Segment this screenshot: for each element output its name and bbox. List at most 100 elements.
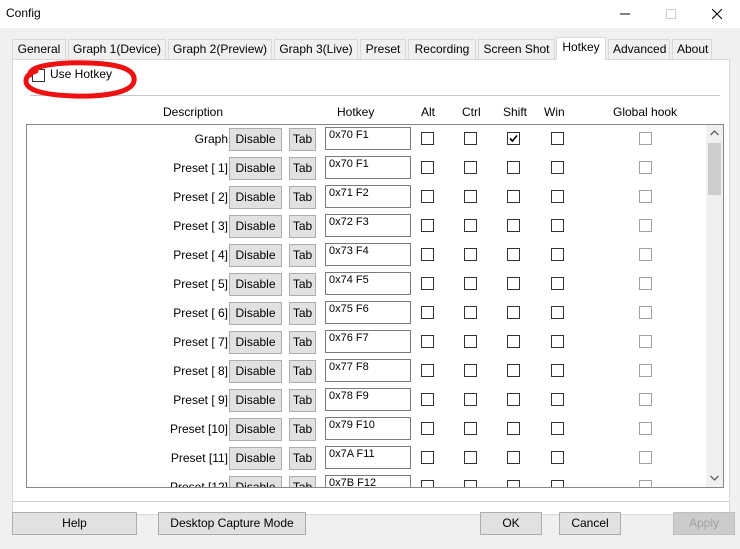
hotkey-field[interactable]: 0x77 F8: [325, 359, 411, 382]
ctrl-checkbox[interactable]: [464, 393, 477, 406]
alt-checkbox[interactable]: [421, 161, 434, 174]
win-checkbox[interactable]: [551, 393, 564, 406]
scroll-up-button[interactable]: [706, 125, 723, 142]
alt-checkbox[interactable]: [421, 219, 434, 232]
alt-checkbox[interactable]: [421, 132, 434, 145]
tab-button[interactable]: Tab: [289, 389, 316, 412]
tab-button[interactable]: Tab: [289, 273, 316, 296]
ctrl-checkbox[interactable]: [464, 161, 477, 174]
tab-graph-1-device[interactable]: Graph 1(Device): [68, 39, 166, 59]
alt-checkbox[interactable]: [421, 277, 434, 290]
win-checkbox[interactable]: [551, 306, 564, 319]
close-button[interactable]: [694, 0, 740, 28]
hotkey-field[interactable]: 0x76 F7: [325, 330, 411, 353]
global-hook-checkbox[interactable]: [639, 480, 652, 487]
disable-button[interactable]: Disable: [229, 273, 282, 296]
alt-checkbox[interactable]: [421, 480, 434, 487]
disable-button[interactable]: Disable: [229, 215, 282, 238]
hotkey-field[interactable]: 0x7A F11: [325, 446, 411, 469]
ctrl-checkbox[interactable]: [464, 219, 477, 232]
hotkey-field[interactable]: 0x7B F12: [325, 475, 411, 487]
disable-button[interactable]: Disable: [229, 128, 282, 151]
ok-button[interactable]: OK: [480, 512, 542, 535]
disable-button[interactable]: Disable: [229, 389, 282, 412]
global-hook-checkbox[interactable]: [639, 364, 652, 377]
alt-checkbox[interactable]: [421, 422, 434, 435]
vertical-scrollbar[interactable]: [706, 125, 723, 487]
shift-checkbox[interactable]: [507, 219, 520, 232]
tab-recording[interactable]: Recording: [408, 39, 476, 59]
maximize-button[interactable]: [648, 0, 694, 28]
tab-graph-3-live[interactable]: Graph 3(Live): [274, 39, 358, 59]
tab-button[interactable]: Tab: [289, 302, 316, 325]
apply-button[interactable]: Apply: [673, 512, 735, 535]
disable-button[interactable]: Disable: [229, 302, 282, 325]
global-hook-checkbox[interactable]: [639, 190, 652, 203]
shift-checkbox[interactable]: [507, 190, 520, 203]
shift-checkbox[interactable]: [507, 422, 520, 435]
hotkey-field[interactable]: 0x79 F10: [325, 417, 411, 440]
ctrl-checkbox[interactable]: [464, 364, 477, 377]
alt-checkbox[interactable]: [421, 248, 434, 261]
win-checkbox[interactable]: [551, 480, 564, 487]
global-hook-checkbox[interactable]: [639, 132, 652, 145]
win-checkbox[interactable]: [551, 364, 564, 377]
scroll-thumb[interactable]: [708, 143, 721, 195]
ctrl-checkbox[interactable]: [464, 277, 477, 290]
scroll-down-button[interactable]: [706, 470, 723, 487]
shift-checkbox[interactable]: [507, 248, 520, 261]
cancel-button[interactable]: Cancel: [559, 512, 621, 535]
ctrl-checkbox[interactable]: [464, 248, 477, 261]
tab-button[interactable]: Tab: [289, 331, 316, 354]
win-checkbox[interactable]: [551, 422, 564, 435]
global-hook-checkbox[interactable]: [639, 451, 652, 464]
alt-checkbox[interactable]: [421, 335, 434, 348]
win-checkbox[interactable]: [551, 161, 564, 174]
hotkey-field[interactable]: 0x72 F3: [325, 214, 411, 237]
tab-button[interactable]: Tab: [289, 215, 316, 238]
hotkey-field[interactable]: 0x71 F2: [325, 185, 411, 208]
ctrl-checkbox[interactable]: [464, 335, 477, 348]
ctrl-checkbox[interactable]: [464, 306, 477, 319]
tab-button[interactable]: Tab: [289, 244, 316, 267]
global-hook-checkbox[interactable]: [639, 248, 652, 261]
shift-checkbox[interactable]: [507, 132, 520, 145]
tab-general[interactable]: General: [12, 39, 66, 59]
tab-advanced[interactable]: Advanced: [608, 39, 670, 59]
hotkey-field[interactable]: 0x74 F5: [325, 272, 411, 295]
tab-button[interactable]: Tab: [289, 476, 316, 487]
ctrl-checkbox[interactable]: [464, 422, 477, 435]
minimize-button[interactable]: [602, 0, 648, 28]
tab-screen-shot[interactable]: Screen Shot: [478, 39, 555, 59]
shift-checkbox[interactable]: [507, 161, 520, 174]
win-checkbox[interactable]: [551, 190, 564, 203]
desktop-capture-mode-button[interactable]: Desktop Capture Mode: [158, 512, 306, 535]
ctrl-checkbox[interactable]: [464, 480, 477, 487]
win-checkbox[interactable]: [551, 451, 564, 464]
disable-button[interactable]: Disable: [229, 331, 282, 354]
disable-button[interactable]: Disable: [229, 418, 282, 441]
win-checkbox[interactable]: [551, 335, 564, 348]
disable-button[interactable]: Disable: [229, 447, 282, 470]
disable-button[interactable]: Disable: [229, 186, 282, 209]
tab-graph-2-preview[interactable]: Graph 2(Preview): [168, 39, 272, 59]
win-checkbox[interactable]: [551, 132, 564, 145]
shift-checkbox[interactable]: [507, 335, 520, 348]
hotkey-field[interactable]: 0x73 F4: [325, 243, 411, 266]
disable-button[interactable]: Disable: [229, 244, 282, 267]
disable-button[interactable]: Disable: [229, 157, 282, 180]
win-checkbox[interactable]: [551, 248, 564, 261]
tab-button[interactable]: Tab: [289, 418, 316, 441]
global-hook-checkbox[interactable]: [639, 393, 652, 406]
alt-checkbox[interactable]: [421, 451, 434, 464]
ctrl-checkbox[interactable]: [464, 190, 477, 203]
win-checkbox[interactable]: [551, 219, 564, 232]
shift-checkbox[interactable]: [507, 393, 520, 406]
tab-button[interactable]: Tab: [289, 128, 316, 151]
tab-hotkey[interactable]: Hotkey: [556, 37, 606, 60]
global-hook-checkbox[interactable]: [639, 306, 652, 319]
disable-button[interactable]: Disable: [229, 476, 282, 487]
global-hook-checkbox[interactable]: [639, 422, 652, 435]
alt-checkbox[interactable]: [421, 190, 434, 203]
tab-button[interactable]: Tab: [289, 186, 316, 209]
